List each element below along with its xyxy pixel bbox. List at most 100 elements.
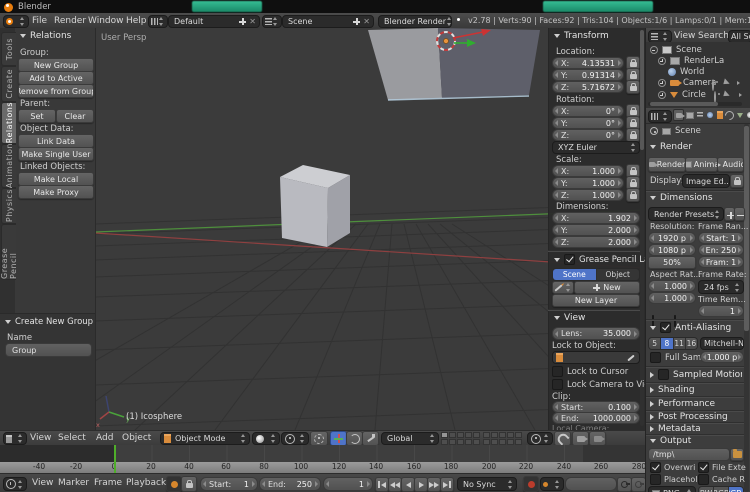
aspect-y-field[interactable]: 1.000 <box>648 292 696 304</box>
metadata-panel-header[interactable]: Metadata <box>650 424 701 434</box>
file-ext-checkbox[interactable] <box>698 462 709 473</box>
placeholder-checkbox[interactable] <box>650 474 661 485</box>
dimensions-panel-header[interactable]: Dimensions <box>650 193 713 203</box>
timeline-menu-view[interactable]: View <box>32 478 53 488</box>
scale-z-field[interactable]: Z:1.000 <box>552 189 624 201</box>
opengl-render-anim-button[interactable] <box>589 431 606 446</box>
mode-selector[interactable]: Object Mode <box>160 432 250 445</box>
frame-end-prop-field[interactable]: En: 250 <box>698 244 744 256</box>
timeline-menu-playback[interactable]: Playback <box>126 478 166 488</box>
delete-keyframe-button[interactable] <box>631 477 646 492</box>
rotation-mode-selector[interactable]: XYZ Euler <box>552 141 640 154</box>
render-engine-selector[interactable]: Blender Render <box>378 15 452 28</box>
link-data-button[interactable]: Link Data <box>18 134 94 148</box>
active-keying-set-field[interactable] <box>565 477 617 491</box>
antialiasing-checkbox[interactable] <box>660 322 671 333</box>
gp-object-button[interactable]: Object <box>597 269 640 280</box>
aa-16-button[interactable]: 16 <box>686 338 697 349</box>
timeline-track[interactable] <box>0 445 645 462</box>
file-format-selector[interactable]: PNG <box>648 486 696 492</box>
view-panel-header[interactable]: View <box>554 313 585 323</box>
play-reverse-button[interactable] <box>401 477 415 492</box>
shading-panel-header[interactable]: Shading <box>650 385 695 395</box>
play-button[interactable] <box>414 477 428 492</box>
color-bw-button[interactable]: BW <box>699 487 714 492</box>
n-panel-scrollbar-thumb[interactable] <box>640 30 644 150</box>
rotate-manipulator-button[interactable] <box>346 431 363 446</box>
menu-window[interactable]: Window <box>88 16 124 26</box>
menu-file[interactable]: File <box>32 16 47 26</box>
visibility-icon[interactable] <box>712 79 714 91</box>
render-panel-header[interactable]: Render <box>650 142 692 152</box>
viewport-menu-add[interactable]: Add <box>96 433 113 443</box>
prev-keyframe-button[interactable] <box>388 477 402 492</box>
aa-filter-selector[interactable]: Mitchell-N <box>700 337 744 350</box>
relations-panel-header[interactable]: Relations <box>20 31 71 41</box>
outliner-row-world[interactable]: World <box>668 67 704 77</box>
timeline-menu-marker[interactable]: Marker <box>58 478 89 488</box>
record-button[interactable] <box>523 476 539 492</box>
time-remap-field[interactable]: 1 <box>698 305 744 317</box>
lens-field[interactable]: Lens:35.000 <box>552 327 640 340</box>
add-scene-icon[interactable] <box>353 18 360 25</box>
render-presets-selector[interactable]: Render Presets <box>648 207 724 221</box>
menu-help[interactable]: Help <box>126 16 147 26</box>
outliner-row-renderlayers[interactable]: RenderLa <box>658 56 724 66</box>
aspect-x-field[interactable]: 1.000 <box>648 280 696 292</box>
data-tab-icon[interactable] <box>735 110 744 120</box>
overwrite-checkbox[interactable] <box>650 462 661 473</box>
placeholder-row[interactable]: Placehol <box>650 474 697 485</box>
proportional-edit-selector[interactable] <box>527 432 553 445</box>
tab-relations[interactable]: Relations <box>1 102 16 144</box>
pivot-point-selector[interactable] <box>281 432 309 445</box>
motion-blur-checkbox[interactable] <box>658 369 669 380</box>
gp-new-layer-button[interactable]: New Layer <box>552 294 640 307</box>
snap-toggle-button[interactable] <box>554 431 571 446</box>
overwrite-row[interactable]: Overwri <box>650 462 695 473</box>
tab-create[interactable]: Create <box>1 66 16 102</box>
pin-icon[interactable] <box>650 127 658 135</box>
screen-layout-selector[interactable]: Default ✕ <box>168 15 260 28</box>
output-panel-header[interactable]: Output <box>650 436 691 446</box>
render-animation-button[interactable]: Anima <box>685 157 718 172</box>
color-rgb-button[interactable]: RGB <box>714 487 729 492</box>
cache-checkbox[interactable] <box>698 474 709 485</box>
resolution-x-field[interactable]: 1920 p <box>648 232 696 244</box>
location-z-field[interactable]: Z:5.71672 <box>552 81 624 93</box>
operator-name-field[interactable]: Group <box>5 343 92 357</box>
render-tab-icon[interactable] <box>673 109 684 121</box>
lock-camera-checkbox[interactable] <box>552 379 563 390</box>
rotation-x-field[interactable]: X:0° <box>552 105 624 117</box>
fps-selector[interactable]: 24 fps <box>698 280 744 294</box>
aa-5-button[interactable]: 5 <box>649 338 661 349</box>
viewport-menu-select[interactable]: Select <box>58 433 86 443</box>
display-mode-selector[interactable]: Image Ed... <box>682 174 730 188</box>
manipulate-center-points-button[interactable] <box>310 431 328 446</box>
outliner-row-scene[interactable]: Scene <box>650 45 702 55</box>
sampled-motion-blur-header[interactable]: Sampled Motion Blur <box>650 369 742 380</box>
expand-icon[interactable] <box>658 57 666 65</box>
rotation-z-field[interactable]: Z:0° <box>552 129 624 141</box>
gp-scene-button[interactable]: Scene <box>553 269 597 280</box>
remove-from-group-button[interactable]: Remove from Group <box>18 84 94 98</box>
timeline-menu-frame[interactable]: Frame <box>94 478 122 488</box>
add-to-active-button[interactable]: Add to Active <box>18 71 94 85</box>
menu-render[interactable]: Render <box>54 16 86 26</box>
object-tab-icon[interactable] <box>715 110 724 120</box>
dimension-x-field[interactable]: X:1.902 <box>552 212 640 224</box>
render-button[interactable]: Render <box>648 157 686 172</box>
scale-y-field[interactable]: Y:1.000 <box>552 177 624 189</box>
file-ext-row[interactable]: File Exte <box>698 462 746 473</box>
scene-icon-button[interactable] <box>262 15 282 28</box>
lock-camera-row[interactable]: Lock Camera to View <box>552 379 657 390</box>
tab-tools[interactable]: Tools <box>1 32 16 66</box>
lock-rotation-z-button[interactable] <box>626 128 640 142</box>
expand-icon[interactable] <box>658 79 666 87</box>
color-rgba-button[interactable]: RGBA <box>729 487 743 492</box>
add-layout-icon[interactable] <box>239 18 246 25</box>
tab-animation[interactable]: Animation <box>1 144 16 188</box>
dimension-y-field[interactable]: Y:2.000 <box>552 224 640 236</box>
lock-scale-z-button[interactable] <box>626 188 640 202</box>
full-sample-row[interactable]: Full Sam <box>650 352 701 363</box>
world-tab-icon[interactable] <box>705 110 714 120</box>
